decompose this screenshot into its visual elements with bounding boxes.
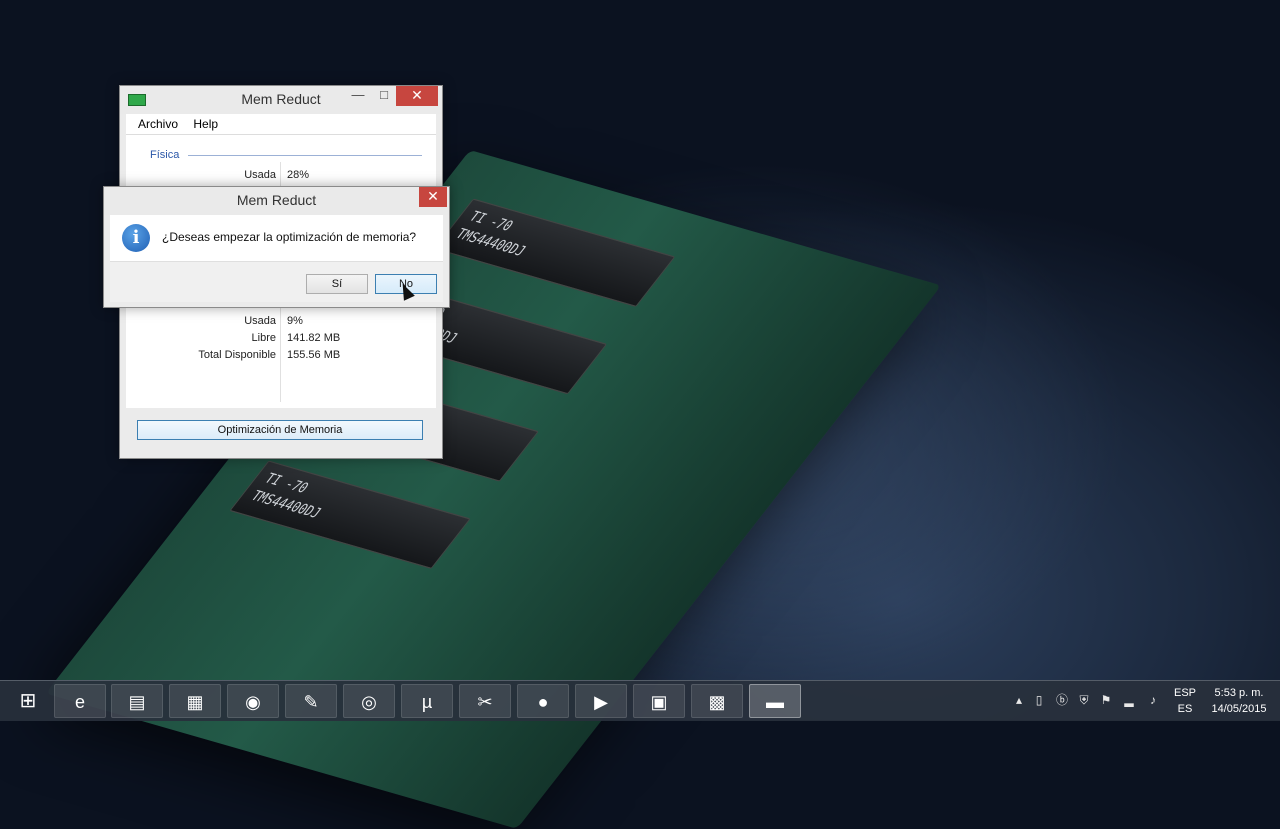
section-divider xyxy=(188,155,422,156)
tray-app-icon[interactable]: ▯ xyxy=(1032,693,1046,707)
system-tray: ▴ ▯ ⓑ ⛨ ⚑ ▂ ♪ xyxy=(1010,681,1170,721)
maximize-button[interactable]: □ xyxy=(370,86,398,106)
optimize-memory-button[interactable]: Optimización de Memoria xyxy=(137,420,423,440)
media-player-icon[interactable]: ▶ xyxy=(575,684,627,718)
menu-bar: Archivo Help xyxy=(126,114,436,135)
tray-shield-icon[interactable]: ⛨ xyxy=(1077,693,1091,707)
section-physical-title: Física xyxy=(150,149,180,161)
start-button[interactable]: ⊞ xyxy=(2,684,54,718)
internet-explorer-icon[interactable]: e xyxy=(54,684,106,718)
chrome-icon[interactable]: ◉ xyxy=(227,684,279,718)
store-icon[interactable]: ▦ xyxy=(169,684,221,718)
dialog-body: i ¿Deseas empezar la optimización de mem… xyxy=(110,215,443,261)
media-disc-icon[interactable]: ◎ xyxy=(343,684,395,718)
minimize-button[interactable]: — xyxy=(344,86,372,106)
mem-reduct-taskbar-icon[interactable]: ▬ xyxy=(749,684,801,718)
mp3-direct-cut-icon[interactable]: ✂ xyxy=(459,684,511,718)
language-bottom: ES xyxy=(1177,703,1193,715)
action-center-flag-icon[interactable]: ⚑ xyxy=(1099,693,1113,707)
free-value: 141.82 MB xyxy=(287,332,341,344)
volume-icon[interactable]: ♪ xyxy=(1146,693,1160,707)
free-label: Libre xyxy=(251,332,276,344)
ram-chip: TI -70TMS44400DJ xyxy=(229,460,471,569)
dialog-titlebar[interactable]: Mem Reduct ✕ xyxy=(104,187,449,215)
language-top: ESP xyxy=(1174,687,1197,699)
show-hidden-icons-icon[interactable]: ▴ xyxy=(1012,693,1026,707)
yes-button[interactable]: Sí xyxy=(306,274,368,294)
tray-b-icon[interactable]: ⓑ xyxy=(1055,693,1069,707)
window-titlebar[interactable]: Mem Reduct — □ ✕ xyxy=(120,86,442,114)
clock-date: 14/05/2015 xyxy=(1211,703,1267,715)
dialog-title: Mem Reduct xyxy=(236,192,317,208)
network-icon[interactable]: ▣ xyxy=(633,684,685,718)
network-signal-icon[interactable]: ▂ xyxy=(1122,693,1136,707)
total-available-value: 155.56 MB xyxy=(287,349,341,361)
menu-archivo[interactable]: Archivo xyxy=(132,114,184,131)
record-icon[interactable]: ● xyxy=(517,684,569,718)
lower-used-value: 9% xyxy=(287,315,303,327)
utorrent-icon[interactable]: µ xyxy=(401,684,453,718)
physical-used-value: 28% xyxy=(287,169,310,181)
ram-chip: TI -70TMS44400DJ xyxy=(433,198,676,308)
lower-used-label: Usada xyxy=(244,315,276,327)
paint-icon[interactable]: ✎ xyxy=(285,684,337,718)
total-available-label: Total Disponible xyxy=(198,349,276,361)
file-explorer-icon[interactable]: ▤ xyxy=(111,684,163,718)
menu-help[interactable]: Help xyxy=(187,114,224,131)
info-icon: i xyxy=(122,224,150,252)
input-language-indicator[interactable]: ESP ES xyxy=(1174,685,1196,717)
mem-reduct-app-icon xyxy=(128,94,146,106)
window-title: Mem Reduct xyxy=(241,91,321,107)
taskbar: ⊞ e ▤ ▦ ◉ ✎ ◎ µ ✂ ● ▶ ▣ ▩ ▬ ▴ ▯ ⓑ ⛨ ⚑ ▂ … xyxy=(0,680,1280,721)
close-button[interactable]: ✕ xyxy=(396,86,438,106)
clock[interactable]: 5:53 p. m. 14/05/2015 xyxy=(1204,685,1274,717)
dialog-close-button[interactable]: ✕ xyxy=(419,187,447,207)
clock-time: 5:53 p. m. xyxy=(1214,687,1264,699)
dialog-message: ¿Deseas empezar la optimización de memor… xyxy=(162,230,417,244)
physical-used-label: Usada xyxy=(244,169,276,181)
dialog-footer: Sí No xyxy=(110,261,443,302)
resource-monitor-icon[interactable]: ▩ xyxy=(691,684,743,718)
